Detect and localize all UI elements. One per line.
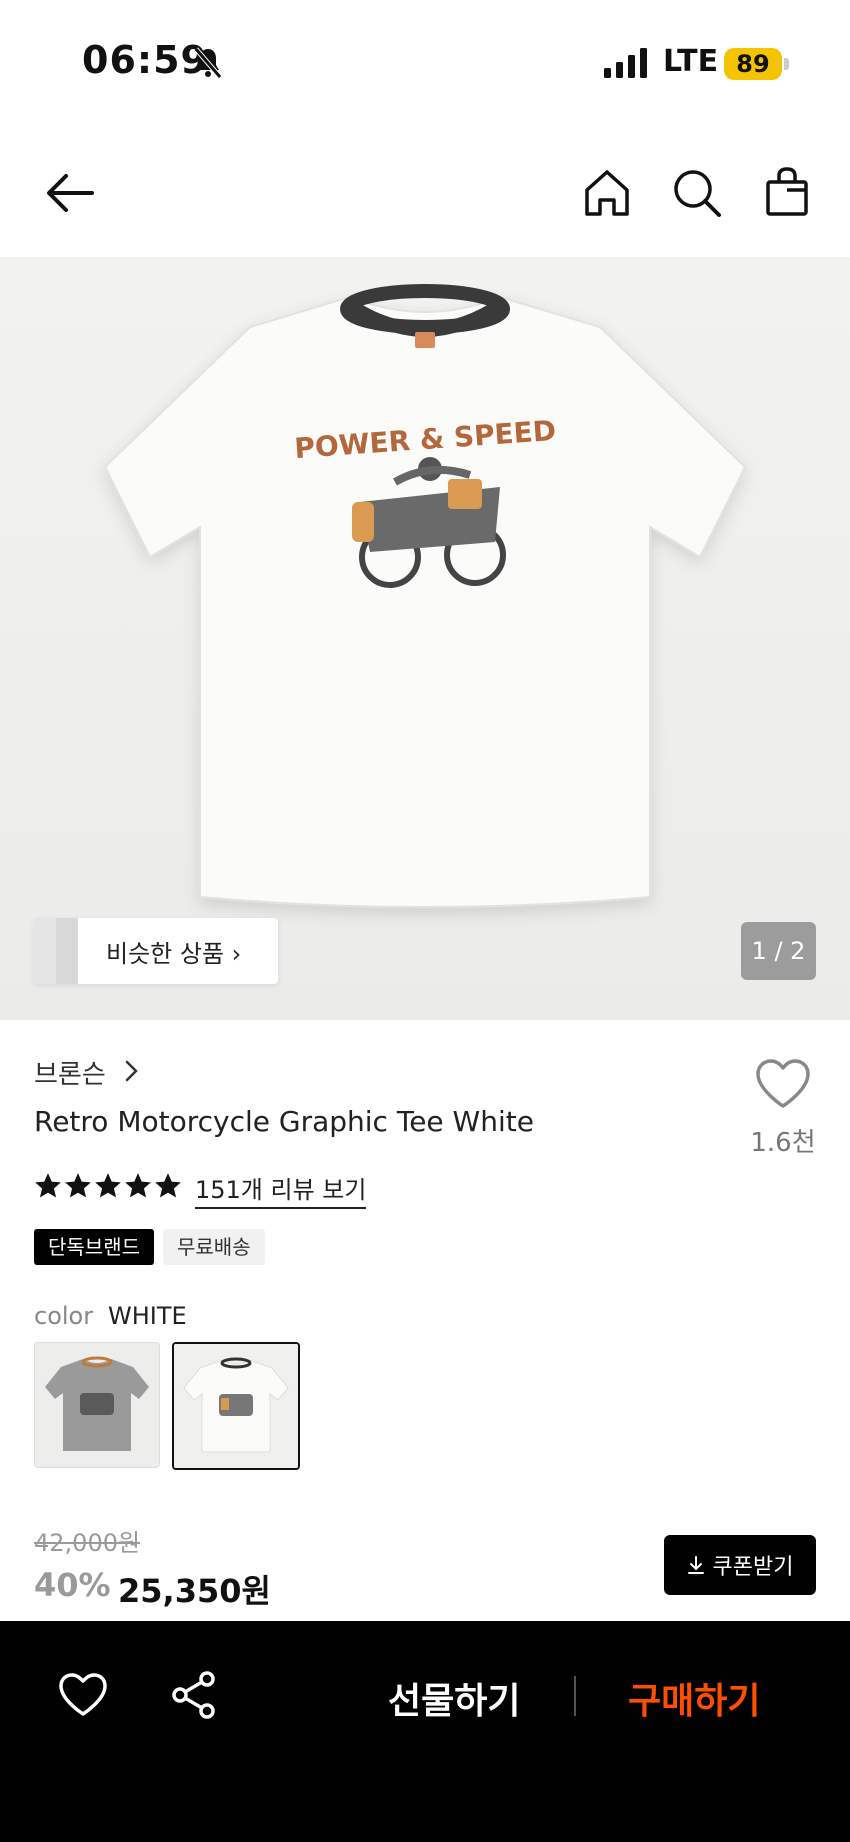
star-icon	[155, 1173, 181, 1198]
coupon-label: 쿠폰받기	[712, 1555, 794, 1580]
shopping-bag-icon[interactable]	[760, 166, 814, 220]
free-shipping-badge: 무료배송	[163, 1229, 265, 1265]
similar-products-label: 비슷한 상품 ›	[106, 940, 242, 968]
chevron-right-icon: ›	[231, 940, 242, 968]
star-icon	[125, 1173, 151, 1198]
image-pager: 1 / 2	[741, 922, 816, 980]
brand-link[interactable]: 브론슨	[34, 1054, 106, 1091]
search-icon[interactable]	[670, 166, 724, 220]
gift-button[interactable]: 선물하기	[388, 1672, 520, 1724]
reviews-link[interactable]: 151개 리뷰 보기	[195, 1170, 367, 1209]
exclusive-brand-badge: 단독브랜드	[34, 1229, 154, 1265]
similar-thumbnail	[34, 918, 56, 984]
battery-tip	[784, 58, 789, 70]
heart-icon[interactable]	[754, 1058, 812, 1110]
rating-stars	[34, 1172, 182, 1204]
star-icon	[65, 1173, 91, 1198]
star-icon	[95, 1173, 121, 1198]
color-value: WHITE	[108, 1302, 187, 1330]
chevron-right-icon[interactable]	[122, 1058, 140, 1084]
like-count: 1.6천	[750, 1128, 816, 1158]
share-icon[interactable]	[170, 1670, 218, 1720]
bottom-action-bar	[0, 1621, 850, 1842]
sale-price: 25,350원	[118, 1572, 271, 1610]
gray-tshirt-thumbnail	[35, 1343, 159, 1467]
clock: 06:59	[82, 38, 208, 82]
battery-icon: 89	[724, 48, 782, 80]
bell-muted-icon	[194, 47, 222, 79]
coupon-button[interactable]: 쿠폰받기	[664, 1535, 816, 1595]
product-name: Retro Motorcycle Graphic Tee White	[34, 1105, 534, 1138]
color-swatch-white[interactable]	[172, 1342, 300, 1470]
back-arrow-icon[interactable]	[42, 166, 96, 220]
signal-icon	[604, 48, 647, 78]
star-icon	[35, 1173, 61, 1198]
heart-icon[interactable]	[58, 1672, 108, 1718]
original-price: 42,000원	[34, 1529, 141, 1557]
discount-rate: 40%	[34, 1566, 111, 1604]
network-type: LTE	[663, 44, 719, 79]
divider	[574, 1676, 576, 1716]
similar-products-button[interactable]: 비슷한 상품 ›	[34, 918, 278, 984]
buy-button[interactable]: 구매하기	[628, 1672, 760, 1724]
similar-thumbnail	[56, 918, 78, 984]
status-bar: 06:59 LTE 89	[0, 0, 850, 125]
color-label: color	[34, 1302, 94, 1330]
tshirt-illustration: POWER & SPEED	[103, 284, 747, 908]
white-tshirt-thumbnail	[174, 1344, 298, 1468]
product-image[interactable]: POWER & SPEED	[0, 257, 850, 1020]
download-icon	[687, 1556, 704, 1574]
color-swatch-gray[interactable]	[34, 1342, 160, 1468]
home-icon[interactable]	[580, 166, 634, 220]
